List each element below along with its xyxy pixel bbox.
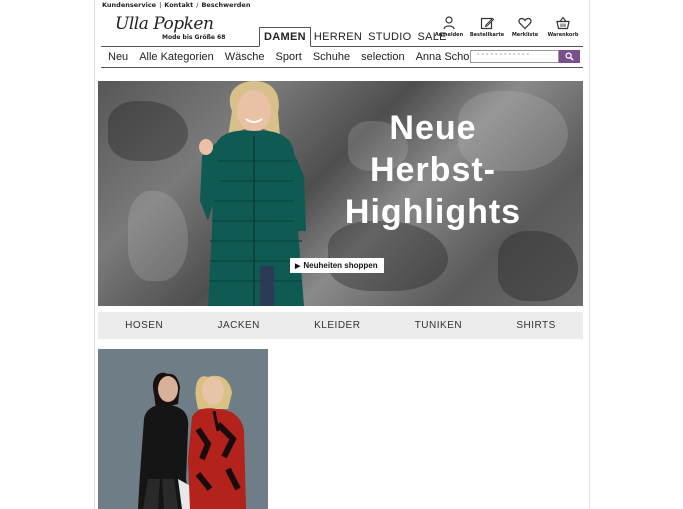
rock-texture [108, 101, 188, 161]
gender-nav: DAMEN HERREN STUDIO SALE [259, 27, 450, 47]
cart-label: Warenkorb [547, 32, 579, 38]
nav-item-sport[interactable]: Sport [276, 51, 302, 63]
nav-divider [101, 67, 583, 68]
nav-item-anna-scholz[interactable]: Anna Scholz [416, 51, 469, 63]
wishlist-label: Merkliste [511, 32, 539, 38]
tab-damen[interactable]: DAMEN [259, 27, 311, 47]
play-arrow-icon: ▶ [295, 262, 301, 270]
cart-button[interactable]: Warenkorb [544, 16, 582, 38]
rock-texture [498, 231, 578, 301]
basket-icon [556, 16, 570, 30]
heart-icon [518, 17, 532, 30]
tab-herren[interactable]: HERREN [311, 27, 365, 47]
separator: / [196, 1, 199, 9]
nav-item-alle-kategorien[interactable]: Alle Kategorien [139, 51, 214, 63]
search-button[interactable] [559, 50, 580, 63]
shop-new-label: Neuheiten shoppen [303, 261, 378, 270]
category-link-kleider[interactable]: KLEIDER [314, 320, 360, 331]
nav-item-selection[interactable]: selection [361, 51, 404, 63]
service-link-kundenservice[interactable]: Kundenservice [102, 1, 156, 9]
service-link-beschwerden[interactable]: Beschwerden [201, 1, 250, 9]
tab-studio[interactable]: STUDIO [365, 27, 414, 47]
separator: | [159, 1, 162, 9]
headline-line: Highlights [344, 193, 522, 231]
user-icon [443, 16, 455, 30]
order-card-button[interactable]: Bestellkarte [468, 16, 506, 38]
login-button[interactable]: Anmelden [430, 16, 468, 38]
service-link-kontakt[interactable]: Kontakt [164, 1, 193, 9]
login-label: Anmelden [434, 32, 464, 38]
teaser-photo [98, 349, 268, 509]
category-link-hosen[interactable]: HOSEN [125, 320, 163, 331]
rock-texture [128, 191, 188, 281]
hero-headline: Neue Herbst- Highlights [333, 107, 533, 233]
logo-wordmark: Ulla Popken [115, 14, 214, 34]
wishlist-button[interactable]: Merkliste [506, 16, 544, 38]
nav-item-schuhe[interactable]: Schuhe [313, 51, 350, 63]
category-link-jacken[interactable]: JACKEN [217, 320, 259, 331]
header-actions: Anmelden Bestellkarte Merkliste Warenkor… [430, 16, 582, 38]
headline-line: Neue [389, 109, 477, 147]
logo-tagline: Mode bis Größe 68 [162, 34, 226, 41]
teaser-image[interactable] [98, 349, 268, 509]
brand-logo[interactable]: Ulla Popken Mode bis Größe 68 [112, 14, 230, 44]
headline-line: Herbst- [369, 151, 497, 189]
hero-banner[interactable]: Neue Herbst- Highlights ▶ Neuheiten shop… [98, 81, 583, 306]
category-nav: Neu Alle Kategorien Wäsche Sport Schuhe … [101, 48, 469, 66]
shop-new-button[interactable]: ▶ Neuheiten shoppen [290, 258, 384, 273]
edit-icon [480, 17, 494, 30]
product-category-bar: HOSEN JACKEN KLEIDER TUNIKEN SHIRTS [98, 312, 583, 339]
header-divider [101, 46, 583, 47]
nav-item-waesche[interactable]: Wäsche [225, 51, 265, 63]
search-input[interactable]: °°°°°°°°°°°° [470, 50, 559, 63]
order-card-label: Bestellkarte [469, 32, 505, 38]
search-icon [565, 52, 574, 61]
category-link-shirts[interactable]: SHIRTS [516, 320, 556, 331]
nav-item-neu[interactable]: Neu [108, 51, 128, 63]
category-link-tuniken[interactable]: TUNIKEN [415, 320, 462, 331]
service-links: Kundenservice | Kontakt / Beschwerden [102, 1, 250, 9]
